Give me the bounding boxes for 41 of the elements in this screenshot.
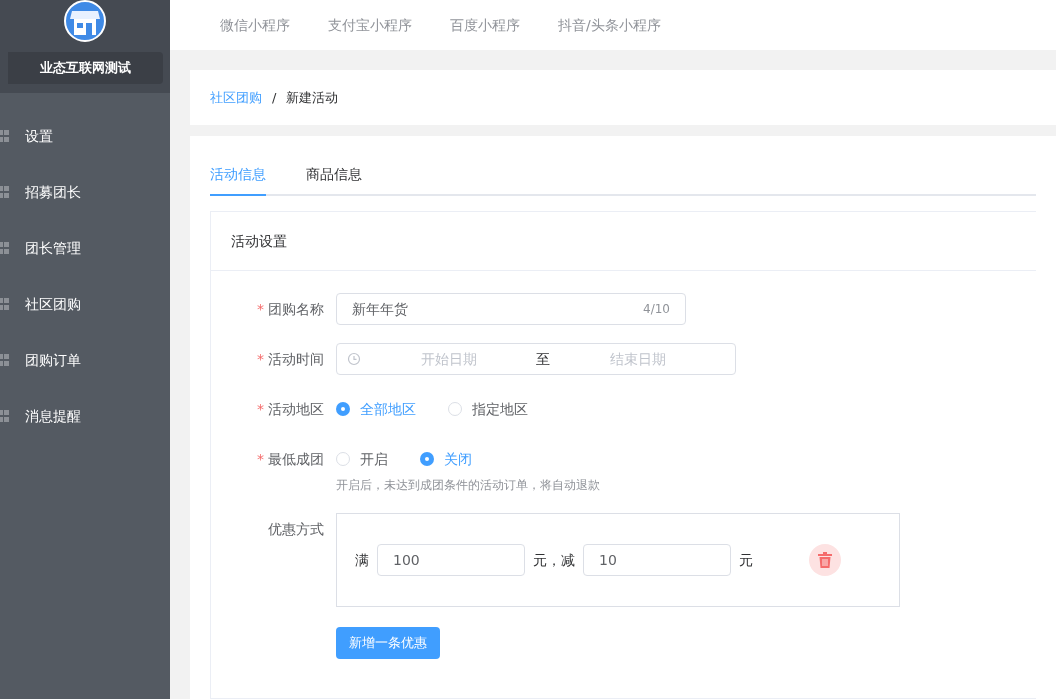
grid-icon xyxy=(0,410,9,422)
store-avatar-icon xyxy=(64,0,106,42)
field-label: * 活动时间 xyxy=(257,350,324,369)
radio-option[interactable]: 指定地区 xyxy=(448,399,528,419)
field-label: * 团购名称 xyxy=(257,300,324,319)
sidebar-item[interactable]: 设置 xyxy=(0,108,170,164)
field-label: 优惠方式 xyxy=(268,520,324,539)
grid-icon xyxy=(0,186,9,198)
char-counter: 4/10 xyxy=(643,301,670,317)
delete-button[interactable] xyxy=(809,544,841,576)
panel-title: 活动设置 xyxy=(231,232,287,251)
amount-input[interactable]: 10 xyxy=(583,544,731,576)
date-range-picker[interactable]: 开始日期 至 结束日期 xyxy=(336,343,736,375)
grid-icon xyxy=(0,298,9,310)
hint-text: 开启后，未达到成团条件的活动订单，将自动退款 xyxy=(336,477,600,494)
threshold-input[interactable]: 100 xyxy=(377,544,525,576)
grid-icon xyxy=(0,354,9,366)
sidebar-item[interactable]: 团长管理 xyxy=(0,220,170,276)
tab[interactable]: 商品信息 xyxy=(306,164,362,196)
clock-icon xyxy=(347,352,361,366)
sidebar-item[interactable]: 消息提醒 xyxy=(0,388,170,444)
sidebar-item[interactable]: 招募团长 xyxy=(0,164,170,220)
rule-text: 元 xyxy=(739,551,753,570)
rule-text: 元，减 xyxy=(533,551,575,570)
sidebar-item[interactable]: 社区团购 xyxy=(0,276,170,332)
field-label: * 最低成团 xyxy=(257,450,324,469)
radio-option[interactable]: 开启 xyxy=(336,449,388,469)
grid-icon xyxy=(0,242,9,254)
radio-unchecked-icon xyxy=(448,402,462,416)
radio-checked-icon xyxy=(420,452,434,466)
sidebar-item[interactable]: 团购订单 xyxy=(0,332,170,388)
name-input[interactable]: 新年年货 4/10 xyxy=(336,293,686,325)
rule-text: 满 xyxy=(355,551,369,570)
grid-icon xyxy=(0,130,9,142)
store-name: 业态互联网测试 xyxy=(7,52,163,84)
field-label: * 活动地区 xyxy=(257,400,324,419)
breadcrumb-separator: / xyxy=(272,88,277,107)
trash-icon xyxy=(818,552,832,568)
radio-unchecked-icon xyxy=(336,452,350,466)
breadcrumb-current: 新建活动 xyxy=(286,88,339,107)
radio-checked-icon xyxy=(336,402,350,416)
